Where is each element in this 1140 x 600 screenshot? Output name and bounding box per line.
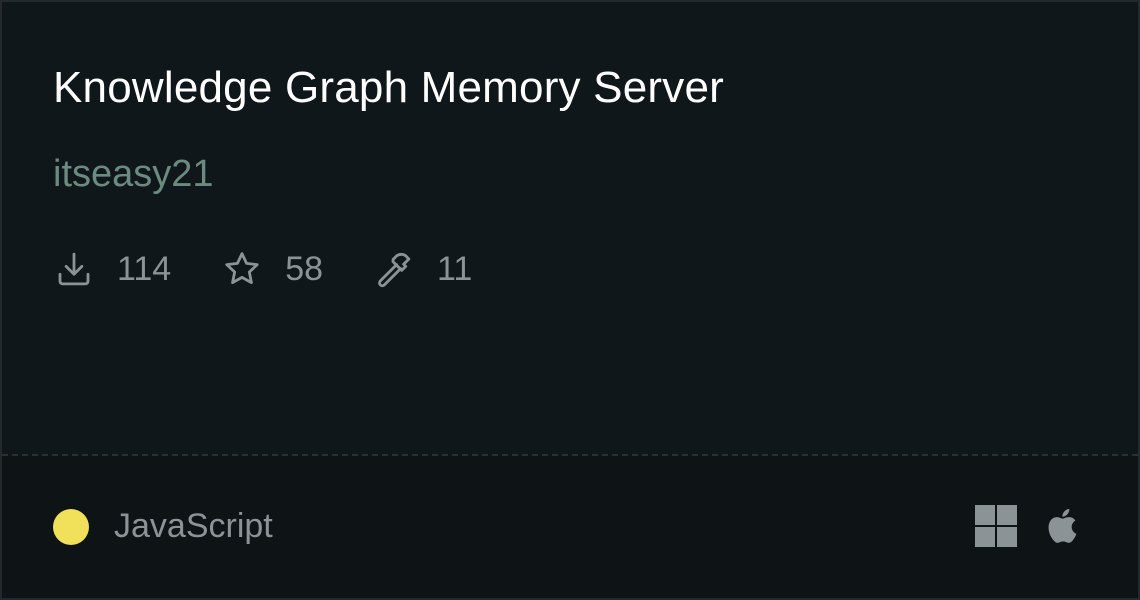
server-card[interactable]: Knowledge Graph Memory Server itseasy21 … [0,0,1140,600]
stars-stat: 58 [221,248,323,290]
tools-count: 11 [437,250,473,288]
author-link[interactable]: itseasy21 [53,150,214,198]
apple-icon [1042,504,1086,548]
language-label: JavaScript [114,507,273,545]
windows-icon [974,504,1018,548]
card-title[interactable]: Knowledge Graph Memory Server [53,60,724,116]
language-color-dot [53,509,89,545]
platform-list [974,504,1086,548]
downloads-stat: 114 [53,248,171,290]
tools-stat: 11 [373,248,472,290]
download-icon [53,248,95,290]
card-body: Knowledge Graph Memory Server itseasy21 … [2,2,1138,454]
stars-count: 58 [285,250,324,288]
star-icon [221,248,263,290]
stats-row: 114 58 11 [53,246,522,292]
downloads-count: 114 [117,250,172,288]
hammer-icon [373,248,415,290]
card-footer: JavaScript [2,456,1138,598]
